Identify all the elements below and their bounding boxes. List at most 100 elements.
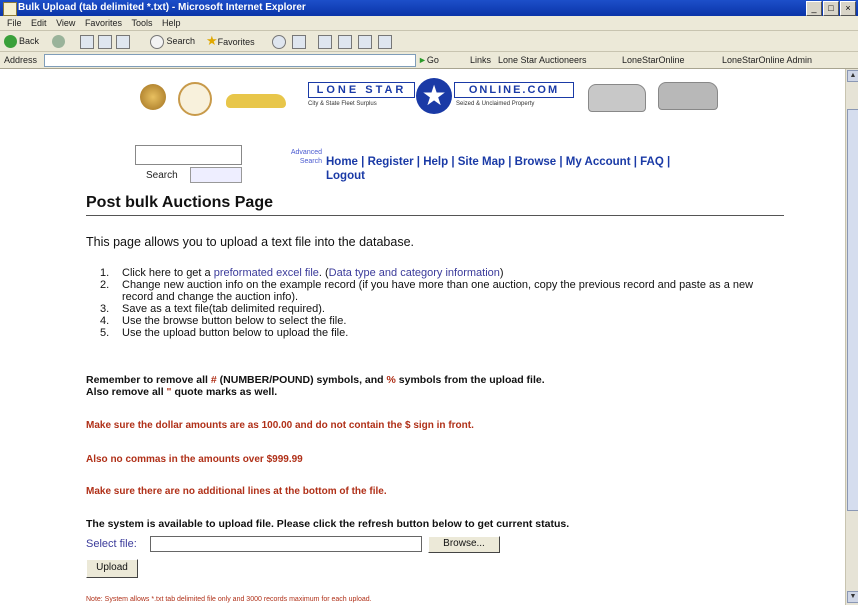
nav-my-account[interactable]: My Account (566, 156, 631, 168)
browser-window: Bulk Upload (tab delimited *.txt) - Micr… (0, 0, 858, 605)
menu-tools[interactable]: Tools (131, 18, 152, 28)
nav-browse[interactable]: Browse (515, 156, 557, 168)
address-label: Address (4, 55, 38, 65)
home-button[interactable] (116, 34, 130, 49)
menu-file[interactable]: File (7, 18, 22, 28)
links-label: Links (470, 55, 492, 65)
print-button[interactable] (318, 34, 332, 49)
minimize-button[interactable]: _ (806, 1, 822, 16)
logo-left-subtitle: City & State Fleet Surplus (308, 101, 377, 107)
go-button[interactable]: ►Go (418, 52, 439, 68)
stop-icon (80, 34, 94, 49)
stop-button[interactable] (80, 34, 94, 49)
address-bar: Address ►Go Links Lone Star Auctioneers … (0, 52, 858, 69)
page-content: LONE STAR ★ ONLINE.COM City & State Flee… (0, 69, 845, 605)
print-icon (318, 34, 332, 49)
list-item: 5. Use the upload button below to upload… (100, 327, 349, 339)
edit-icon (338, 34, 352, 49)
intro-text: This page allows you to upload a text fi… (86, 235, 414, 249)
mail-button[interactable] (292, 34, 306, 49)
scroll-down-arrow-icon[interactable]: ▼ (847, 591, 858, 603)
nav-faq[interactable]: FAQ (640, 156, 664, 168)
media-icon (272, 34, 286, 49)
logo-right-text: ONLINE.COM (454, 82, 574, 98)
patrol-car-image (658, 82, 718, 110)
menu-bar: File Edit View Favorites Tools Help (0, 16, 858, 31)
link-lonestaronline-admin[interactable]: LoneStarOnline Admin (722, 52, 812, 68)
nav-help[interactable]: Help (423, 156, 448, 168)
yellow-car-image (226, 94, 286, 108)
title-divider (86, 215, 784, 216)
maximize-button[interactable]: □ (823, 1, 839, 16)
edit-button[interactable] (338, 34, 352, 49)
search-category-select[interactable] (190, 167, 242, 183)
title-bar: Bulk Upload (tab delimited *.txt) - Micr… (0, 0, 858, 16)
close-button[interactable]: × (840, 1, 856, 16)
dollar-format-warning: Make sure the dollar amounts are as 100.… (86, 420, 474, 431)
discuss-icon (358, 34, 372, 49)
address-input[interactable] (44, 54, 416, 67)
media-button[interactable] (272, 34, 286, 49)
search-label: Search (146, 170, 178, 181)
upload-limit-note: Note: System allows *.txt tab delimited … (86, 596, 372, 603)
go-arrow-icon: ► (418, 55, 427, 65)
upload-button[interactable]: Upload (86, 559, 138, 578)
list-item: 4. Use the browse button below to select… (100, 315, 347, 327)
menu-edit[interactable]: Edit (31, 18, 47, 28)
search-button[interactable]: Search (150, 34, 195, 49)
browse-button[interactable]: Browse... (428, 536, 500, 553)
refresh-icon (98, 34, 112, 49)
excel-file-link[interactable]: preformated excel file (214, 267, 319, 279)
menu-favorites[interactable]: Favorites (85, 18, 122, 28)
system-status-text: The system is available to upload file. … (86, 518, 570, 530)
nav-logout[interactable]: Logout (326, 170, 365, 182)
logo-right-subtitle: Seized & Unclaimed Property (456, 101, 535, 107)
scrollbar-thumb[interactable] (847, 109, 858, 511)
extra-lines-warning: Make sure there are no additional lines … (86, 486, 387, 497)
nav-home[interactable]: Home (326, 156, 358, 168)
back-button[interactable]: Back (4, 34, 39, 49)
advanced-search-link[interactable]: Advanced Search (272, 148, 322, 166)
messenger-icon (378, 34, 392, 49)
refresh-button[interactable] (98, 34, 112, 49)
nav-register[interactable]: Register (368, 156, 414, 168)
data-type-info-link[interactable]: Data type and category information (329, 267, 500, 279)
menu-help[interactable]: Help (162, 18, 181, 28)
remove-symbols-notice: Remember to remove all # (NUMBER/POUND) … (86, 374, 545, 398)
back-arrow-icon (4, 35, 17, 49)
list-item: 1. Click here to get a preformated excel… (100, 267, 504, 279)
police-car-image (588, 84, 646, 112)
main-nav: Home | Register | Help | Site Map | Brow… (326, 156, 671, 182)
file-path-input[interactable] (150, 536, 422, 552)
coin-image (140, 84, 166, 110)
star-logo-icon: ★ (416, 78, 452, 114)
link-lonestaronline[interactable]: LoneStarOnline (622, 52, 685, 68)
forward-button[interactable] (52, 34, 67, 49)
star-icon: ★ (206, 33, 218, 48)
ie-page-icon (3, 2, 17, 16)
toolbar: Back Search ★Favorites (0, 31, 858, 52)
scroll-up-arrow-icon[interactable]: ▲ (847, 70, 858, 82)
link-lone-star-auctioneers[interactable]: Lone Star Auctioneers (498, 52, 587, 68)
commas-warning: Also no commas in the amounts over $999.… (86, 454, 303, 465)
search-input[interactable] (135, 145, 242, 165)
seal-image (178, 82, 212, 116)
site-banner: LONE STAR ★ ONLINE.COM City & State Flee… (140, 72, 720, 144)
mail-icon (292, 34, 306, 49)
discuss-button[interactable] (358, 34, 372, 49)
forward-arrow-icon (52, 35, 65, 49)
vertical-scrollbar[interactable]: ▲ ▼ (845, 69, 858, 605)
home-icon (116, 34, 130, 49)
list-item: 2. Change new auction info on the exampl… (100, 279, 754, 303)
instruction-list: 1. Click here to get a preformated excel… (100, 267, 780, 339)
window-title: Bulk Upload (tab delimited *.txt) - Micr… (18, 2, 306, 13)
menu-view[interactable]: View (56, 18, 75, 28)
favorites-button[interactable]: ★Favorites (206, 34, 255, 48)
site-logo[interactable]: LONE STAR ★ ONLINE.COM City & State Flee… (308, 78, 578, 116)
page-title: Post bulk Auctions Page (86, 194, 273, 211)
magnifier-icon (150, 34, 164, 49)
nav-site-map[interactable]: Site Map (458, 156, 505, 168)
messenger-button[interactable] (378, 34, 392, 49)
list-item: 3. Save as a text file(tab delimited req… (100, 303, 325, 315)
logo-left-text: LONE STAR (308, 82, 415, 98)
